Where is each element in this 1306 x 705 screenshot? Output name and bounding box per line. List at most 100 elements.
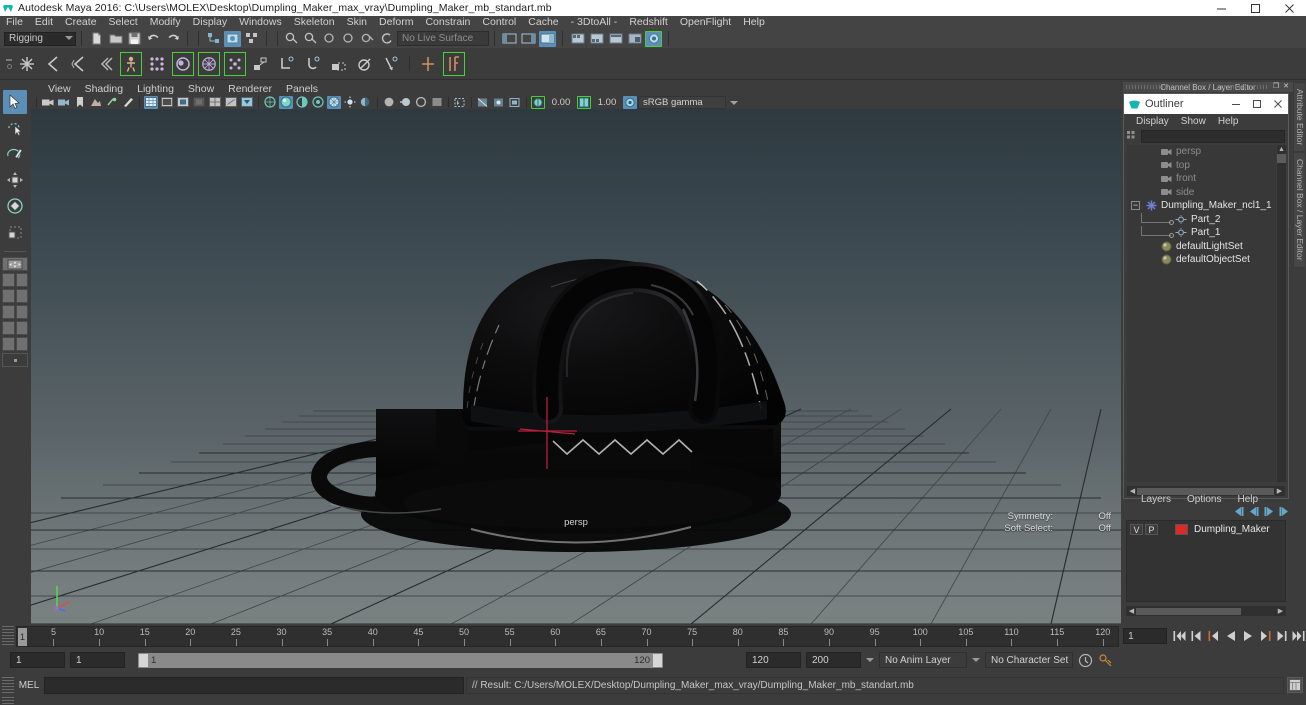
- command-language-label[interactable]: MEL: [14, 680, 44, 691]
- shade-wireframe-icon[interactable]: [295, 96, 309, 109]
- menu-item-control[interactable]: Control: [476, 16, 522, 29]
- paint-select-tool-icon[interactable]: [3, 142, 27, 166]
- outliner-item[interactable]: Part_2: [1127, 212, 1276, 227]
- show-hide-attribute-editor-icon[interactable]: [520, 31, 537, 47]
- character-set-selector[interactable]: No Character Set: [985, 652, 1073, 668]
- interactive-bind-icon[interactable]: [197, 51, 221, 77]
- xray-active-components-icon[interactable]: [508, 96, 522, 109]
- two-d-pan-zoom-icon[interactable]: [105, 96, 119, 109]
- point-constraint-icon[interactable]: [275, 51, 299, 77]
- layer-menu-help[interactable]: Help: [1229, 494, 1266, 505]
- dock-tab-attribute-editor[interactable]: Attribute Editor: [1293, 82, 1306, 153]
- grease-pencil-icon[interactable]: [121, 96, 135, 109]
- move-tool-icon[interactable]: [3, 168, 27, 192]
- lasso-select-tool-icon[interactable]: [3, 116, 27, 140]
- panel-grip[interactable]: [1221, 85, 1267, 89]
- outliner-item[interactable]: side: [1127, 186, 1276, 200]
- menu-item-deform[interactable]: Deform: [373, 16, 419, 29]
- panel-grip[interactable]: [1126, 85, 1166, 89]
- menuset-selector[interactable]: Rigging: [4, 31, 76, 46]
- menu-item-cache[interactable]: Cache: [522, 16, 564, 29]
- outliner-minimize-button[interactable]: [1225, 94, 1246, 114]
- help-line-grip[interactable]: [2, 697, 14, 705]
- ik-spline-handle-icon[interactable]: [67, 51, 91, 77]
- color-profile-selector[interactable]: sRGB gamma: [638, 95, 726, 109]
- outliner-item[interactable]: persp: [1127, 145, 1276, 159]
- wireframe-shading-icon[interactable]: [263, 96, 277, 109]
- outliner-maximize-button[interactable]: [1246, 94, 1267, 114]
- menu-item-3dtoall[interactable]: - 3DtoAll -: [565, 16, 624, 29]
- exposure-tool-icon[interactable]: [224, 96, 238, 109]
- parent-constraint-icon[interactable]: [249, 51, 273, 77]
- use-default-material-icon[interactable]: [311, 96, 325, 109]
- menu-item-create[interactable]: Create: [59, 16, 103, 29]
- panel-close-icon[interactable]: ✕: [1282, 83, 1290, 91]
- anim-layer-chevron-icon[interactable]: [866, 658, 874, 662]
- maximize-button[interactable]: [1238, 0, 1272, 16]
- irr-render-icon[interactable]: [588, 31, 605, 47]
- go-to-end-button[interactable]: [1291, 628, 1306, 645]
- snap-to-projected-center-icon[interactable]: [341, 31, 358, 47]
- open-scene-icon[interactable]: [107, 31, 124, 47]
- redo-icon[interactable]: [164, 31, 181, 47]
- outliner-item[interactable]: front: [1127, 172, 1276, 186]
- menu-item-redshift[interactable]: Redshift: [623, 16, 674, 29]
- range-left-handle[interactable]: [139, 653, 148, 667]
- menu-item-constrain[interactable]: Constrain: [419, 16, 476, 29]
- quick-layout-hypershade-persp-button[interactable]: [2, 321, 28, 335]
- character-set-chevron-icon[interactable]: [972, 658, 980, 662]
- script-editor-icon[interactable]: [1287, 677, 1303, 693]
- outliner-tree[interactable]: persp top front side − Dumpling_Maker_ncl1_1 P…: [1127, 145, 1276, 482]
- orient-constraint-icon[interactable]: [301, 51, 325, 77]
- outliner-item[interactable]: Part_1: [1127, 226, 1276, 240]
- live-surface-field[interactable]: No Live Surface: [397, 31, 489, 46]
- menu-item-edit[interactable]: Edit: [29, 16, 59, 29]
- filter-icon[interactable]: [1127, 130, 1138, 142]
- texture-display-icon[interactable]: [327, 95, 341, 109]
- ik-double-arrow-icon[interactable]: [93, 51, 117, 77]
- playback-start-field[interactable]: 1: [70, 652, 125, 668]
- step-back-key-button[interactable]: [1189, 628, 1204, 645]
- ik-handle-tool-icon[interactable]: [41, 51, 65, 77]
- gamma-value[interactable]: 1.00: [592, 97, 622, 108]
- undo-icon[interactable]: [145, 31, 162, 47]
- viewport-menu-shading[interactable]: Shading: [78, 83, 131, 95]
- layer-menu-options[interactable]: Options: [1179, 494, 1229, 505]
- scroll-right-arrow-icon[interactable]: ▶: [1276, 607, 1285, 616]
- select-camera-icon[interactable]: [41, 96, 55, 109]
- bookmarks-icon[interactable]: [73, 96, 87, 109]
- playback-end-field[interactable]: 120: [746, 652, 801, 668]
- chevron-down-icon[interactable]: [726, 96, 740, 109]
- image-plane-icon[interactable]: [89, 96, 103, 109]
- xray-icon[interactable]: [476, 96, 490, 109]
- shelf-drag-handle[interactable]: [4, 51, 14, 77]
- show-hide-channel-box-icon[interactable]: [539, 30, 556, 47]
- scroll-up-arrow-icon[interactable]: ▲: [1277, 145, 1286, 154]
- quick-layout-single-perspective-button[interactable]: [2, 257, 28, 271]
- screen-space-ao-icon[interactable]: [382, 96, 396, 109]
- quick-layout-persp-graph-button[interactable]: [2, 337, 28, 351]
- layer-playback-toggle[interactable]: P: [1145, 524, 1158, 535]
- perspective-viewport[interactable]: Symmetry: Off Soft Select: Off persp: [31, 109, 1121, 624]
- menu-item-skin[interactable]: Skin: [341, 16, 373, 29]
- exposure-value[interactable]: 0.00: [546, 97, 576, 108]
- viewport-menu-show[interactable]: Show: [181, 83, 221, 95]
- viewport-menu-panels[interactable]: Panels: [279, 83, 325, 95]
- snap-to-point-icon[interactable]: [322, 31, 339, 47]
- auto-keyframe-icon[interactable]: [1098, 653, 1113, 668]
- scroll-thumb[interactable]: [1136, 607, 1241, 615]
- menu-item-select[interactable]: Select: [103, 16, 144, 29]
- smooth-shade-all-icon[interactable]: [279, 95, 293, 109]
- command-line-grip[interactable]: [2, 676, 14, 694]
- expander-toggle[interactable]: −: [1131, 201, 1140, 211]
- joint-tool-icon[interactable]: [15, 51, 39, 77]
- layer-first-icon[interactable]: [1233, 506, 1245, 517]
- menu-item-help[interactable]: Help: [737, 16, 771, 29]
- outliner-vertical-scrollbar[interactable]: ▲: [1277, 145, 1286, 482]
- select-by-object-type-icon[interactable]: [224, 30, 241, 47]
- snap-to-grid-icon[interactable]: [284, 31, 301, 47]
- show-hide-editors-icon[interactable]: [501, 31, 518, 47]
- anim-layer-selector[interactable]: No Anim Layer: [879, 652, 967, 668]
- play-backwards-button[interactable]: [1223, 628, 1238, 645]
- snap-to-view-plane-icon[interactable]: [360, 31, 377, 47]
